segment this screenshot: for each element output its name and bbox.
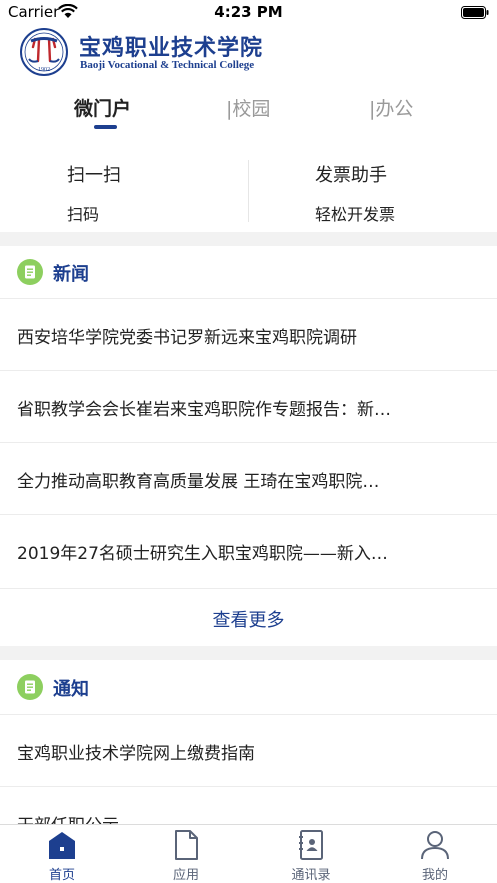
tabbar-profile[interactable]: 我的 xyxy=(373,825,497,883)
news-item[interactable]: 省职教学会会长崔岩来宝鸡职院作专题报告：新… xyxy=(0,370,497,442)
tab-portal[interactable]: 微门户 xyxy=(74,94,131,121)
notice-item[interactable]: 宝鸡职业技术学院网上缴费指南 xyxy=(0,714,497,786)
scan-action[interactable]: 扫一扫 扫码 xyxy=(0,150,248,232)
tabbar-profile-label: 我的 xyxy=(421,868,448,883)
document-icon xyxy=(17,674,43,700)
scan-title: 扫一扫 xyxy=(67,165,121,186)
apps-icon xyxy=(175,830,198,860)
contacts-icon xyxy=(299,830,323,860)
news-item-title: 省职教学会会长崔岩来宝鸡职院作专题报告：新… xyxy=(17,400,391,420)
tabbar-home[interactable]: 首页 xyxy=(0,825,124,883)
home-icon xyxy=(49,832,75,859)
news-section-header: 新闻 xyxy=(0,246,497,298)
college-name-en: Baoji Vocational & Technical College xyxy=(80,59,255,71)
news-item[interactable]: 西安培华学院党委书记罗新远来宝鸡职院调研 xyxy=(0,298,497,370)
invoice-assistant-action[interactable]: 发票助手 轻松开发票 xyxy=(249,150,497,232)
bottom-tab-bar: 首页 应用 通讯录 我的 xyxy=(0,824,497,883)
news-item-title: 西安培华学院党委书记罗新远来宝鸡职院调研 xyxy=(17,328,357,348)
college-logo: 1902 xyxy=(20,28,68,76)
view-more-button[interactable]: 查看更多 xyxy=(0,588,497,646)
view-more-label: 查看更多 xyxy=(212,610,285,631)
quick-actions: 扫一扫 扫码 发票助手 轻松开发票 xyxy=(0,150,497,232)
notice-section-title: 通知 xyxy=(53,679,89,700)
news-section-title: 新闻 xyxy=(53,264,89,285)
notice-section-header: 通知 xyxy=(0,661,497,713)
notice-item-title: 宝鸡职业技术学院网上缴费指南 xyxy=(17,744,255,764)
battery-icon xyxy=(461,6,489,19)
clock: 4:23 PM xyxy=(214,3,283,21)
tab-campus[interactable]: |校园 xyxy=(226,94,270,121)
top-tab-bar: 微门户 |校园 |办公 xyxy=(0,88,497,132)
scan-subtitle: 扫码 xyxy=(67,205,100,224)
active-tab-indicator xyxy=(94,125,117,129)
tabbar-contacts-label: 通讯录 xyxy=(291,868,331,883)
tab-office[interactable]: |办公 xyxy=(369,94,413,121)
news-item-title: 2019年27名硕士研究生入职宝鸡职院——新入… xyxy=(17,544,388,564)
college-name-cn: 宝鸡职业技术学院 xyxy=(79,35,264,61)
invoice-title: 发票助手 xyxy=(315,165,387,186)
profile-icon xyxy=(421,831,449,860)
section-separator xyxy=(0,646,497,660)
tabbar-apps-label: 应用 xyxy=(172,868,199,883)
section-separator xyxy=(0,232,497,246)
news-item-title: 全力推动高职教育高质量发展 王琦在宝鸡职院… xyxy=(17,472,380,492)
app-header: 1902 宝鸡职业技术学院 Baoji Vocational & Technic… xyxy=(0,26,497,78)
news-item[interactable]: 全力推动高职教育高质量发展 王琦在宝鸡职院… xyxy=(0,442,497,514)
tabbar-home-label: 首页 xyxy=(48,868,75,883)
logo-year: 1902 xyxy=(38,67,50,73)
tabbar-contacts[interactable]: 通讯录 xyxy=(249,825,373,883)
tabbar-apps[interactable]: 应用 xyxy=(124,825,248,883)
document-icon xyxy=(17,259,43,285)
news-item[interactable]: 2019年27名硕士研究生入职宝鸡职院——新入… xyxy=(0,514,497,586)
invoice-subtitle: 轻松开发票 xyxy=(315,205,396,224)
status-bar: Carrier 4:23 PM xyxy=(0,0,497,26)
